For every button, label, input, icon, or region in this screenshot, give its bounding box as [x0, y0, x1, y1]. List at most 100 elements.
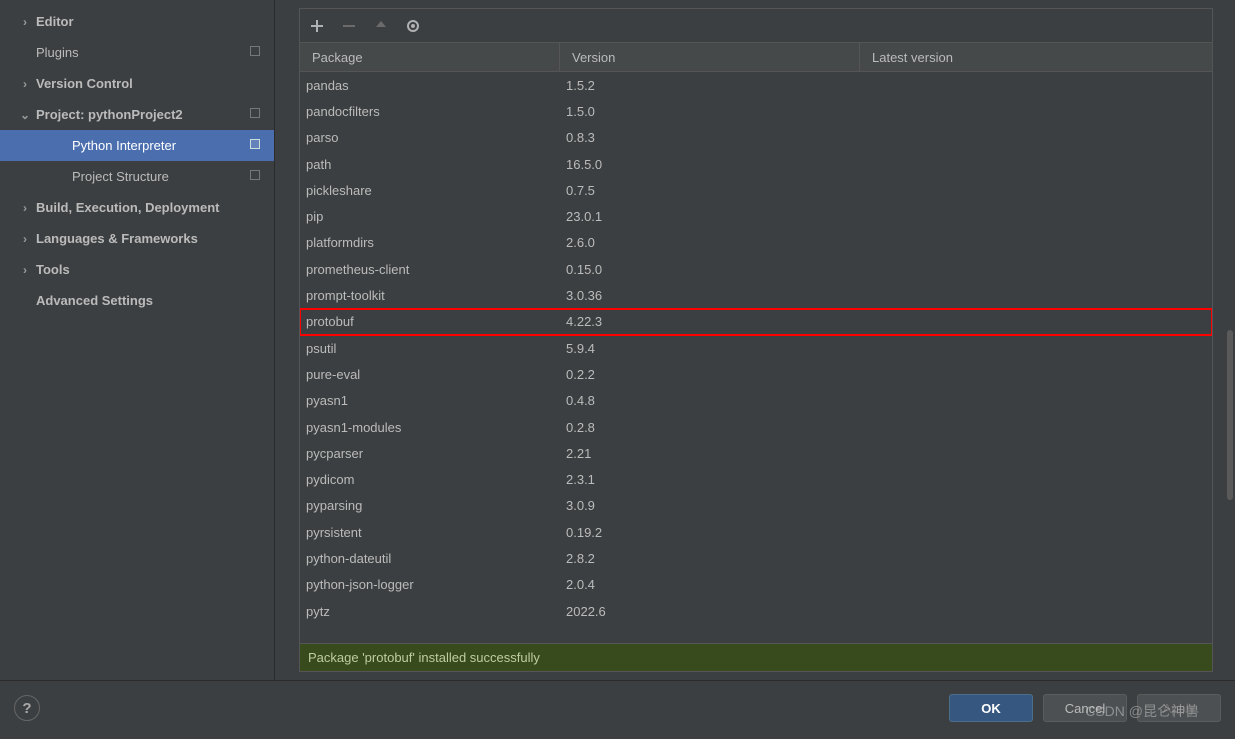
package-row-pickleshare[interactable]: pickleshare0.7.5: [300, 177, 1212, 203]
sidebar-item-tools[interactable]: ›Tools: [0, 254, 274, 285]
sidebar-item-version-control[interactable]: › Version Control: [0, 68, 274, 99]
header-latest[interactable]: Latest version: [860, 43, 1212, 71]
package-row-pandocfilters[interactable]: pandocfilters1.5.0: [300, 98, 1212, 124]
package-name: pyparsing: [300, 498, 560, 513]
package-version: 0.4.8: [560, 393, 860, 408]
chevron-right-icon: ›: [18, 201, 32, 215]
package-row-pandas[interactable]: pandas1.5.2: [300, 72, 1212, 98]
package-row-pure-eval[interactable]: pure-eval0.2.2: [300, 361, 1212, 387]
package-row-psutil[interactable]: psutil5.9.4: [300, 335, 1212, 361]
project-scope-icon: [250, 139, 260, 149]
header-package[interactable]: Package: [300, 43, 560, 71]
sidebar-item-label: Version Control: [36, 76, 133, 91]
package-name: platformdirs: [300, 235, 560, 250]
package-table-body[interactable]: pandas1.5.2pandocfilters1.5.0parso0.8.3p…: [299, 72, 1213, 644]
package-row-pyasn1-modules[interactable]: pyasn1-modules0.2.8: [300, 414, 1212, 440]
remove-package-button[interactable]: [340, 17, 358, 35]
scrollbar-thumb[interactable]: [1227, 330, 1233, 500]
package-name: pure-eval: [300, 367, 560, 382]
package-name: parso: [300, 130, 560, 145]
package-version: 0.15.0: [560, 262, 860, 277]
package-name: psutil: [300, 341, 560, 356]
chevron-right-icon: ›: [18, 263, 32, 277]
ok-button[interactable]: OK: [949, 694, 1033, 722]
sidebar-item-editor[interactable]: ›Editor: [0, 6, 274, 37]
package-version: 23.0.1: [560, 209, 860, 224]
package-version: 5.9.4: [560, 341, 860, 356]
add-package-button[interactable]: [308, 17, 326, 35]
package-name: pyasn1: [300, 393, 560, 408]
sidebar-item-label: Python Interpreter: [72, 138, 176, 153]
sidebar-item-plugins[interactable]: Plugins: [0, 37, 274, 68]
package-row-prometheus-client[interactable]: prometheus-client0.15.0: [300, 256, 1212, 282]
package-row-protobuf[interactable]: protobuf4.22.3: [300, 309, 1212, 335]
package-row-pydicom[interactable]: pydicom2.3.1: [300, 466, 1212, 492]
package-row-pip[interactable]: pip23.0.1: [300, 203, 1212, 229]
package-row-pycparser[interactable]: pycparser2.21: [300, 440, 1212, 466]
status-bar: Package 'protobuf' installed successfull…: [299, 644, 1213, 672]
package-name: protobuf: [300, 314, 560, 329]
dialog-footer: ? OK Cancel Apply: [0, 680, 1235, 735]
package-version: 3.0.9: [560, 498, 860, 513]
project-scope-icon: [250, 46, 260, 56]
package-row-path[interactable]: path16.5.0: [300, 151, 1212, 177]
package-name: pandocfilters: [300, 104, 560, 119]
settings-sidebar: ›Editor Plugins › Version Control ⌄Project: …: [0, 0, 275, 680]
package-version: 0.7.5: [560, 183, 860, 198]
package-row-pytz[interactable]: pytz2022.6: [300, 598, 1212, 624]
package-row-python-dateutil[interactable]: python-dateutil2.8.2: [300, 545, 1212, 571]
package-version: 2.8.2: [560, 551, 860, 566]
package-version: 1.5.2: [560, 78, 860, 93]
package-version: 2.3.1: [560, 472, 860, 487]
interpreter-panel: Package Version Latest version pandas1.5…: [275, 0, 1235, 680]
sidebar-item-build-execution-deployment[interactable]: ›Build, Execution, Deployment: [0, 192, 274, 223]
package-name: prometheus-client: [300, 262, 560, 277]
package-name: path: [300, 157, 560, 172]
package-version: 2.0.4: [560, 577, 860, 592]
help-button[interactable]: ?: [14, 695, 40, 721]
package-version: 16.5.0: [560, 157, 860, 172]
sidebar-item-label: Plugins: [36, 45, 79, 60]
package-name: pytz: [300, 604, 560, 619]
package-version: 2.21: [560, 446, 860, 461]
package-version: 2.6.0: [560, 235, 860, 250]
package-name: python-dateutil: [300, 551, 560, 566]
package-version: 1.5.0: [560, 104, 860, 119]
package-row-pyrsistent[interactable]: pyrsistent0.19.2: [300, 519, 1212, 545]
package-version: 0.2.8: [560, 420, 860, 435]
package-name: pip: [300, 209, 560, 224]
package-name: pickleshare: [300, 183, 560, 198]
package-name: pyrsistent: [300, 525, 560, 540]
chevron-down-icon: ⌄: [18, 108, 32, 122]
package-table-header: Package Version Latest version: [299, 42, 1213, 72]
package-row-parso[interactable]: parso0.8.3: [300, 125, 1212, 151]
package-row-pyasn1[interactable]: pyasn10.4.8: [300, 388, 1212, 414]
package-version: 2022.6: [560, 604, 860, 619]
sidebar-item-project-pythonproject2[interactable]: ⌄Project: pythonProject2: [0, 99, 274, 130]
sidebar-item-project-structure[interactable]: Project Structure: [0, 161, 274, 192]
chevron-right-icon: ›: [18, 15, 32, 29]
package-row-platformdirs[interactable]: platformdirs2.6.0: [300, 230, 1212, 256]
sidebar-item-label: Languages & Frameworks: [36, 231, 198, 246]
apply-button[interactable]: Apply: [1137, 694, 1221, 722]
show-early-releases-button[interactable]: [404, 17, 422, 35]
package-name: python-json-logger: [300, 577, 560, 592]
sidebar-item-advanced-settings[interactable]: Advanced Settings: [0, 285, 274, 316]
package-row-python-json-logger[interactable]: python-json-logger2.0.4: [300, 572, 1212, 598]
upgrade-package-button[interactable]: [372, 17, 390, 35]
package-version: 0.2.2: [560, 367, 860, 382]
package-version: 0.19.2: [560, 525, 860, 540]
sidebar-item-label: Project Structure: [72, 169, 169, 184]
sidebar-item-languages-frameworks[interactable]: ›Languages & Frameworks: [0, 223, 274, 254]
package-row-prompt-toolkit[interactable]: prompt-toolkit3.0.36: [300, 282, 1212, 308]
header-version[interactable]: Version: [560, 43, 860, 71]
sidebar-item-python-interpreter[interactable]: Python Interpreter: [0, 130, 274, 161]
package-name: pandas: [300, 78, 560, 93]
status-message: Package 'protobuf' installed successfull…: [308, 650, 540, 665]
cancel-button[interactable]: Cancel: [1043, 694, 1127, 722]
project-scope-icon: [250, 170, 260, 180]
project-scope-icon: [250, 108, 260, 118]
package-row-pyparsing[interactable]: pyparsing3.0.9: [300, 493, 1212, 519]
chevron-right-icon: ›: [18, 77, 32, 91]
package-toolbar: [299, 8, 1213, 42]
